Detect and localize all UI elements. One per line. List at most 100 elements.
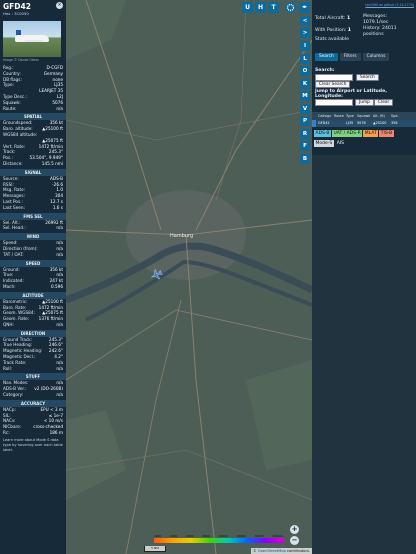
info-row: QNH: n/a <box>0 322 66 328</box>
map-button-u[interactable]: U <box>242 2 253 13</box>
mode-legend: Mode-S AIS <box>314 140 344 147</box>
stats-link[interactable]: Stats available <box>315 37 349 43</box>
section-header: DIRECTION <box>0 329 66 337</box>
close-icon[interactable]: × <box>56 2 63 9</box>
list-controls: tar1090 on github (3.14.1774) Total Airc… <box>312 0 416 155</box>
scale-bar: 5 NM <box>144 546 166 552</box>
map-canvas <box>66 0 312 554</box>
info-value: n/a <box>56 251 63 257</box>
table-row[interactable]: GFD42 LJ35 5076 ▲25100 356 <box>312 120 416 127</box>
info-row: Mach: 0.596 <box>0 284 66 290</box>
map-button-o[interactable]: O <box>300 66 310 76</box>
info-value: n/a <box>56 321 63 327</box>
column-header[interactable]: Alt. (ft) <box>372 112 390 120</box>
map-button-l[interactable]: L <box>300 53 310 64</box>
search-button[interactable]: Search <box>356 74 379 81</box>
map-button-r[interactable]: R <box>300 128 310 139</box>
info-value: 0.596 <box>51 283 63 289</box>
column-header[interactable]: Route <box>333 112 345 120</box>
settings-gear-icon[interactable] <box>285 2 296 13</box>
source-badge: ADS-B <box>314 130 331 137</box>
city-label: Hamburg <box>170 233 194 239</box>
tab-filters[interactable]: Filters <box>339 53 361 61</box>
source-legend: ADS-B UAT / ADS-R MLAT TIS-B <box>314 130 394 137</box>
map-button-h[interactable]: H <box>255 2 266 13</box>
help-note: Learn more about Mode S data type by hov… <box>3 437 63 452</box>
info-header: GFD42 Hex : 3C0050 × <box>0 0 66 20</box>
info-key: Sel. Head.: <box>3 225 26 231</box>
info-value: 186 m <box>49 430 63 436</box>
info-key: Mach: <box>3 283 16 289</box>
zoom-out-button[interactable]: − <box>290 536 299 545</box>
mode-badge: Mode-S <box>314 140 334 147</box>
nav-left-button[interactable]: < <box>300 16 310 26</box>
map-button-t[interactable]: T <box>268 2 279 13</box>
jump-label: Jump to Airport or Latitude, Longitude: <box>315 89 387 99</box>
info-key: Distance: <box>3 160 23 166</box>
aircraft-info-panel: GFD42 Hex : 3C0050 × Image © Daniel Ober… <box>0 0 66 554</box>
clear-button[interactable]: Clear <box>374 99 394 106</box>
table-cell: LJ35 <box>346 121 354 125</box>
info-value: n/a <box>56 365 63 371</box>
info-value: n/a <box>56 392 63 398</box>
section-header: SIGNAL <box>0 168 66 176</box>
table-cell <box>312 120 316 127</box>
info-key: Type: <box>3 82 15 88</box>
info-value: ▲25100 ft <box>42 126 63 132</box>
jump-input[interactable] <box>315 99 353 106</box>
jump-button[interactable]: Jump <box>355 99 374 106</box>
info-key: Category: <box>3 392 24 398</box>
mode-badge: AIS <box>336 141 345 146</box>
basic-info-list: Reg.: D-CGFD Country: Germany DB flags: none T… <box>0 65 66 111</box>
section-header: SPEED <box>0 259 66 267</box>
map-button-k[interactable]: K <box>300 78 310 89</box>
clear-search-button[interactable]: Clear Search <box>315 81 351 88</box>
panel-tabs: Search Filters Columns <box>315 53 390 61</box>
version-link[interactable]: tar1090 on github (3.14.1774) <box>365 3 414 7</box>
info-row: Distance: 145.5 nmi <box>0 161 66 167</box>
column-header[interactable]: Callsign <box>317 112 333 120</box>
info-sections: SPATIAL Groundspeed: 356 kt Baro. altitude:… <box>0 113 66 435</box>
info-key: Rc: <box>3 430 10 436</box>
table-cell: 356 <box>391 121 398 125</box>
aircraft-photo[interactable] <box>3 21 61 57</box>
expand-panel-icon[interactable]: ◂▸ <box>299 2 310 13</box>
info-row: Category: n/a <box>0 392 66 398</box>
osm-link[interactable]: OpenStreetMap <box>258 549 286 553</box>
section-header: WIND <box>0 233 66 241</box>
callsign-title: GFD42 <box>3 2 31 11</box>
info-value: 1.6 s <box>52 204 63 210</box>
info-row: TAT / OAT: n/a <box>0 252 66 258</box>
info-value: n/a <box>56 225 63 231</box>
map-button-f[interactable]: F <box>300 141 310 151</box>
table-cell: ▲25100 <box>373 121 387 125</box>
info-value: n/a <box>56 105 63 111</box>
map-button-m[interactable]: M <box>300 91 310 101</box>
column-header[interactable]: Type <box>345 112 356 120</box>
map-button-p[interactable]: P <box>300 116 310 126</box>
altitude-color-legend <box>154 538 284 543</box>
nav-right-button[interactable]: > <box>300 28 310 38</box>
source-badge: MLAT <box>363 130 379 137</box>
map-button-b[interactable]: B <box>300 153 310 164</box>
section-header: STUFF <box>0 373 66 381</box>
table-cell: 5076 <box>357 121 366 125</box>
total-aircraft: Total Aircraft: 1 <box>315 16 351 21</box>
tab-columns[interactable]: Columns <box>362 53 390 61</box>
column-header[interactable]: Squawk <box>356 112 372 120</box>
table-cell <box>333 120 345 127</box>
with-position: With Position: 1 <box>315 28 351 33</box>
map-button-v[interactable]: V <box>300 103 310 114</box>
source-badge: TIS-B <box>379 130 394 137</box>
tab-search[interactable]: Search <box>315 53 338 61</box>
aircraft-list-panel: tar1090 on github (3.14.1774) Total Airc… <box>312 0 416 554</box>
section-header: ALTITUDE <box>0 291 66 299</box>
column-header[interactable]: Spd. <box>390 112 402 120</box>
list-empty-area <box>312 155 416 554</box>
hex-id: Hex : 3C0050 <box>3 11 29 16</box>
map-button-i[interactable]: I <box>300 41 310 51</box>
photo-wing <box>25 40 43 42</box>
map-view[interactable]: Hamburg U H T ◂▸ < > ILOKMVPRFB + − 2000… <box>66 0 312 554</box>
zoom-in-button[interactable]: + <box>290 525 299 534</box>
search-input[interactable] <box>315 74 353 81</box>
